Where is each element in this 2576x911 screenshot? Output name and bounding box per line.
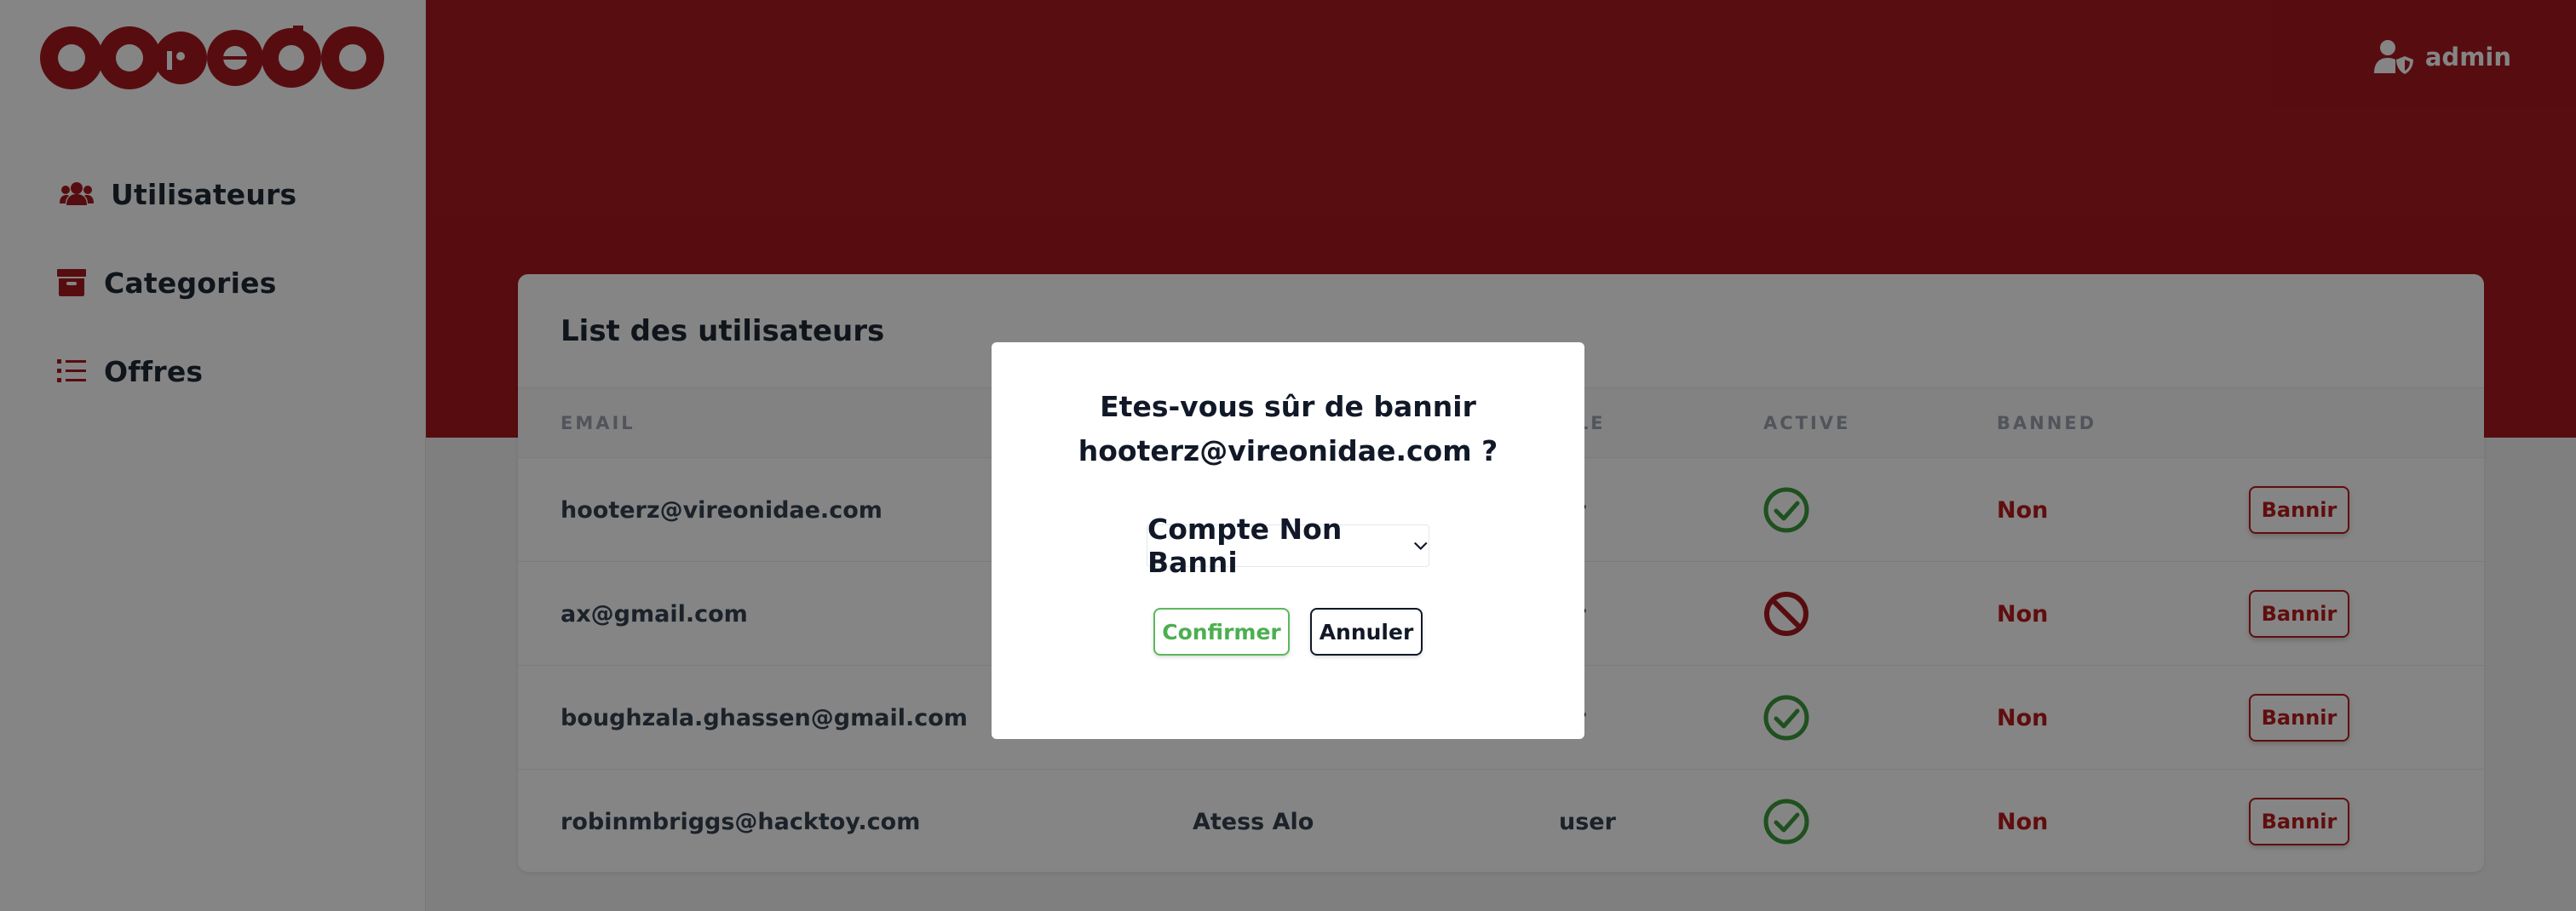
ban-status-select[interactable]: Compte Non Banni [1147,513,1429,579]
dialog-title-line1: Etes-vous sûr de bannir [1100,390,1476,423]
confirm-button[interactable]: Confirmer [1153,608,1290,656]
cancel-button[interactable]: Annuler [1310,608,1423,656]
ban-confirmation-dialog: Etes-vous sûr de bannir hooterz@vireonid… [992,342,1584,739]
chevron-down-icon [1414,541,1429,551]
ban-status-select-value: Compte Non Banni [1147,513,1343,579]
dialog-title-line2: hooterz@vireonidae.com ? [1078,434,1498,467]
dialog-title: Etes-vous sûr de bannir hooterz@vireonid… [992,385,1584,473]
